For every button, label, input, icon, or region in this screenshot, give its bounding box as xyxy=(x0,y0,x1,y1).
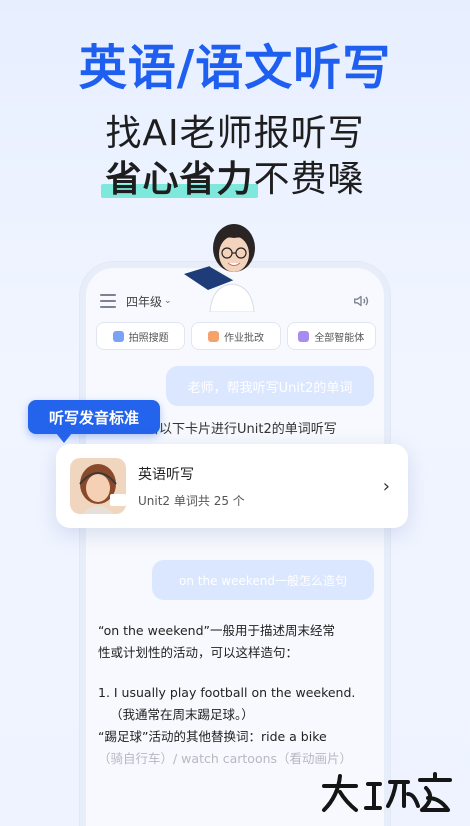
dictation-card[interactable]: 英语听写 Unit2 单词共 25 个 › xyxy=(56,444,408,528)
chip-all-agents[interactable]: 全部智能体 xyxy=(286,322,376,350)
callout-badge: 听写发音标准 xyxy=(28,400,160,443)
teacher-avatar xyxy=(184,224,255,312)
grade-selector[interactable]: 四年级 xyxy=(126,293,162,310)
card-text: 英语听写 Unit2 单词共 25 个 xyxy=(138,464,245,509)
answer-line: 性或计划性的活动，可以这样造句： xyxy=(98,645,299,660)
camera-search-icon xyxy=(112,330,124,342)
subheadline-rest: 不费嗓 xyxy=(253,159,365,200)
chip-label: 作业批改 xyxy=(223,332,264,344)
phone-mockup: 四年级 ⌄ 拍照搜题 作业批改 全部智能体 老师，帮我听写Unit2的单词 击以… xyxy=(80,262,390,826)
ai-message: 击以下卡片进行Unit2的单词听写 xyxy=(146,422,337,437)
headline: 英语/语文听写 xyxy=(78,40,392,96)
card-title: 英语听写 xyxy=(138,466,194,483)
chip-homework-check[interactable]: 作业批改 xyxy=(191,322,281,350)
user-message-bubble: on the weekend一般怎么造句 xyxy=(152,560,374,600)
ai-answer: “on the weekend”一般用于描述周末经常 性或计划性的活动，可以这样… xyxy=(98,620,378,770)
speaker-icon[interactable] xyxy=(352,292,370,310)
homework-check-icon xyxy=(207,330,219,342)
card-subtitle: Unit2 单词共 25 个 xyxy=(138,493,245,508)
chip-photo-search[interactable]: 拍照搜题 xyxy=(96,322,186,350)
answer-line: （我通常在周末踢足球。） xyxy=(110,707,254,722)
chevron-right-icon: › xyxy=(382,475,390,497)
answer-line: 1. I usually play football on the weeken… xyxy=(98,685,356,700)
chevron-down-icon: ⌄ xyxy=(164,296,172,306)
answer-line: “踢足球”活动的其他替换词：ride a bike xyxy=(98,729,327,744)
chip-label: 全部智能体 xyxy=(314,332,365,344)
subheadline-1: 找AI老师报听写 xyxy=(105,113,365,154)
chip-label: 拍照搜题 xyxy=(128,332,169,344)
watermark-logo xyxy=(322,772,452,812)
agents-icon xyxy=(298,330,310,342)
feature-chips: 拍照搜题 作业批改 全部智能体 xyxy=(96,322,376,350)
answer-line: （骑自行车）/ watch cartoons（看动画片） xyxy=(98,751,353,766)
answer-line: “on the weekend”一般用于描述周末经常 xyxy=(98,623,336,638)
menu-icon[interactable] xyxy=(100,294,116,308)
user-message-bubble: 老师，帮我听写Unit2的单词 xyxy=(166,366,374,406)
tutor-avatar-icon xyxy=(70,458,126,514)
subheadline-2: 省心省力不费嗓 xyxy=(0,150,470,202)
subheadline-highlight: 省心省力 xyxy=(101,150,258,202)
